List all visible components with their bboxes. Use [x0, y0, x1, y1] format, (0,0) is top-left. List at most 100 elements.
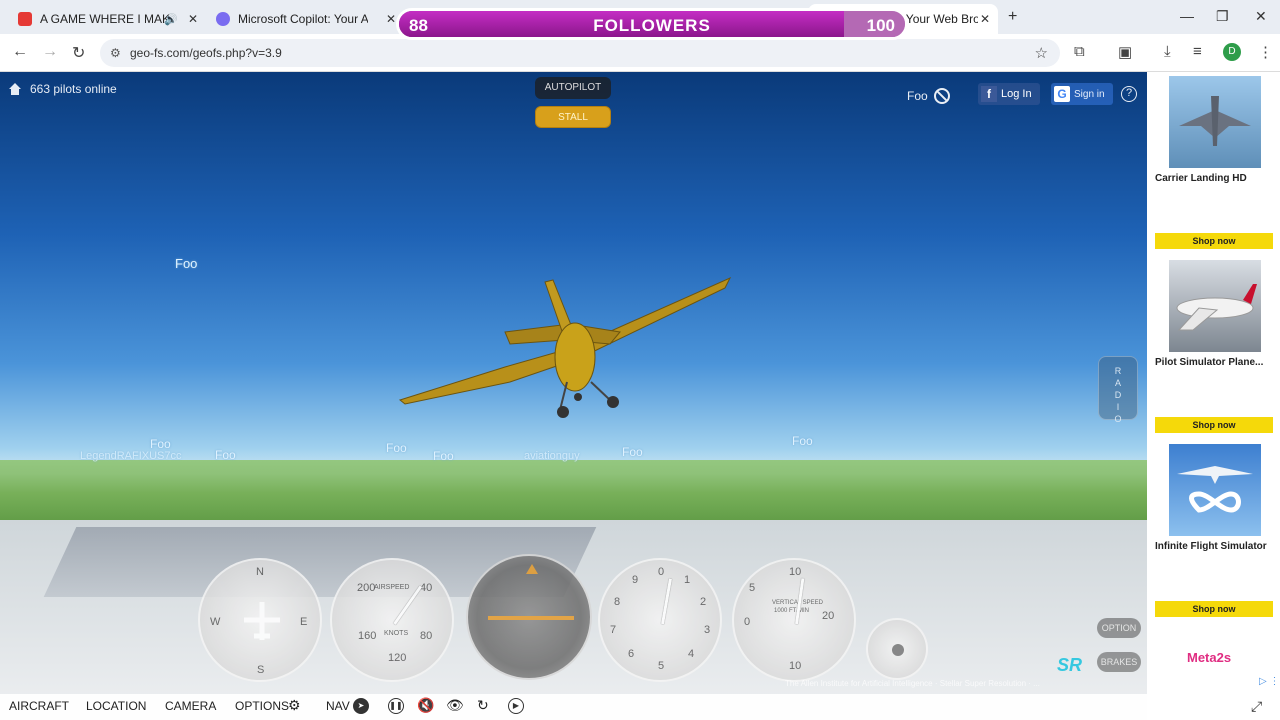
- altimeter-needle: [661, 578, 672, 625]
- reset-icon[interactable]: ↻: [477, 697, 489, 714]
- tab-title: Microsoft Copilot: Your AI com: [238, 12, 368, 26]
- extensions-icon[interactable]: ⧉: [1074, 43, 1085, 60]
- player-callsign: Foo: [792, 434, 813, 448]
- brakes-indicator: BRAKES: [1097, 652, 1141, 672]
- player-callsign: Foo: [150, 437, 171, 451]
- pilots-online-text: 663 pilots online: [30, 82, 117, 96]
- facebook-login-button[interactable]: f Log In: [978, 83, 1040, 105]
- url-text: geo-fs.com/geofs.php?v=3.9: [130, 46, 282, 60]
- shop-now-button[interactable]: Shop now: [1155, 417, 1273, 433]
- bookmark-star-icon[interactable]: ☆: [1035, 44, 1048, 62]
- google-signin-button[interactable]: G Sign in: [1051, 83, 1113, 105]
- sidebar-icon[interactable]: ▣: [1118, 43, 1132, 61]
- site-info-icon[interactable]: ⚙: [110, 46, 121, 60]
- tab-copilot[interactable]: Microsoft Copilot: Your AI com ✕: [206, 4, 404, 34]
- ad-choices-icon[interactable]: ▷ ⋮: [1259, 676, 1279, 687]
- help-icon[interactable]: ?: [1121, 86, 1137, 102]
- sr-logo: SR: [1057, 655, 1083, 675]
- ad-thumbnail[interactable]: [1169, 260, 1261, 352]
- ad-brand-logo[interactable]: Meta2s: [1187, 650, 1231, 665]
- close-tab-icon[interactable]: ✕: [980, 12, 990, 26]
- mute-speaker-icon[interactable]: 🔇: [417, 697, 434, 714]
- close-tab-icon[interactable]: ✕: [386, 12, 396, 26]
- gauge-label: 6: [628, 648, 635, 660]
- download-icon[interactable]: ⤓: [1164, 43, 1171, 60]
- player-callsign: Foo: [175, 256, 198, 271]
- new-tab-button[interactable]: +: [1008, 8, 1017, 26]
- heading-indicator: N E S W: [198, 558, 322, 682]
- pilots-online: 663 pilots online: [8, 82, 117, 96]
- gauge-label: 5: [749, 582, 756, 594]
- player-callsign: Foo: [386, 441, 407, 455]
- profile-avatar[interactable]: D: [1223, 43, 1241, 61]
- reload-icon[interactable]: ↻: [72, 43, 85, 63]
- close-tab-icon[interactable]: ✕: [188, 12, 198, 26]
- gauge-label: 10: [789, 566, 802, 578]
- gauge-label: 0: [744, 616, 751, 628]
- options-gear-icon[interactable]: ⚙: [288, 697, 301, 714]
- back-arrow-icon[interactable]: ←: [12, 43, 28, 61]
- minimize-icon[interactable]: —: [1180, 8, 1194, 24]
- media-controls-icon[interactable]: ≡: [1193, 43, 1202, 60]
- compass-icon[interactable]: ➤: [353, 698, 369, 714]
- ad-sidebar: Carrier Landing HD Shop now Pilot Simula…: [1147, 72, 1280, 720]
- ad-thumbnail[interactable]: [1169, 444, 1261, 536]
- radio-letter: O: [1114, 414, 1122, 424]
- tab-youtube[interactable]: A GAME WHERE I MAKE MY 🔊 ✕: [8, 4, 206, 34]
- camera-button[interactable]: CAMERA: [165, 699, 216, 713]
- gauge-label: 200: [357, 582, 376, 594]
- radio-letter: I: [1116, 402, 1120, 412]
- block-icon[interactable]: [933, 88, 950, 104]
- option-button[interactable]: OPTION: [1097, 618, 1141, 638]
- shop-now-button[interactable]: Shop now: [1155, 601, 1273, 617]
- speaker-icon[interactable]: 🔊: [164, 13, 178, 26]
- player-callsign: Foo: [622, 445, 643, 459]
- gauge-label: 20: [822, 610, 835, 622]
- gauge-label: 1: [684, 574, 691, 586]
- bottom-control-bar: AIRCRAFT LOCATION CAMERA OPTIONS ⚙ NAV ➤…: [0, 694, 1147, 720]
- autopilot-button[interactable]: AUTOPILOT: [535, 77, 611, 99]
- radio-letter: R: [1114, 366, 1122, 376]
- close-window-icon[interactable]: ✕: [1255, 8, 1267, 25]
- aircraft-button[interactable]: AIRCRAFT: [9, 699, 69, 713]
- options-button[interactable]: OPTIONS: [235, 699, 289, 713]
- gauge-label: 120: [388, 652, 407, 664]
- rpm-gauge: [866, 618, 928, 680]
- horizon-bar: [488, 616, 574, 620]
- restore-icon[interactable]: ❐: [1216, 8, 1229, 25]
- gauge-label: S: [257, 664, 265, 676]
- google-signin-label: Sign in: [1074, 88, 1105, 100]
- stall-warning: STALL: [535, 106, 611, 128]
- radio-button[interactable]: R A D I O: [1098, 356, 1138, 424]
- facebook-login-label: Log In: [1001, 88, 1032, 100]
- menu-kebab-icon[interactable]: ⋮: [1258, 43, 1273, 61]
- location-button[interactable]: LOCATION: [86, 699, 146, 713]
- pause-icon[interactable]: ❚❚: [388, 698, 404, 714]
- url-input[interactable]: ⚙ geo-fs.com/geofs.php?v=3.9 ☆: [100, 39, 1060, 67]
- gauge-label: 3: [704, 624, 711, 636]
- ad-title[interactable]: Carrier Landing HD: [1155, 173, 1275, 184]
- play-icon[interactable]: ▶: [508, 698, 524, 714]
- radio-letter: D: [1114, 390, 1122, 400]
- facebook-icon: f: [981, 86, 997, 102]
- forward-arrow-icon[interactable]: →: [42, 43, 58, 61]
- gauge-label: 40: [420, 582, 433, 594]
- nav-button[interactable]: NAV: [326, 699, 350, 713]
- airspeed-indicator: 200 40 160 80 120 AIRSPEED KNOTS: [330, 558, 454, 682]
- player-callsign: Foo: [433, 449, 454, 463]
- home-icon[interactable]: [8, 82, 22, 96]
- eye-icon[interactable]: 👁: [446, 697, 464, 714]
- ad-title[interactable]: Pilot Simulator Plane...: [1155, 357, 1275, 368]
- ad-thumbnail[interactable]: [1169, 76, 1261, 168]
- gauge-label: 9: [632, 574, 639, 586]
- expand-icon[interactable]: ⤢: [1251, 698, 1262, 715]
- gauge-center-cap: [892, 644, 904, 656]
- youtube-favicon-icon: [18, 12, 32, 26]
- flight-sim-viewport[interactable]: 88 FOLLOWERS 100 663 pilots online AUTOP…: [0, 72, 1147, 720]
- gauge-label: 4: [688, 648, 695, 660]
- gauge-label: N: [256, 566, 264, 578]
- airliner-icon: [1176, 284, 1257, 331]
- map-credits: The Allen Institute for Artificial Intel…: [785, 679, 1040, 688]
- ad-title[interactable]: Infinite Flight Simulator: [1155, 541, 1275, 552]
- shop-now-button[interactable]: Shop now: [1155, 233, 1273, 249]
